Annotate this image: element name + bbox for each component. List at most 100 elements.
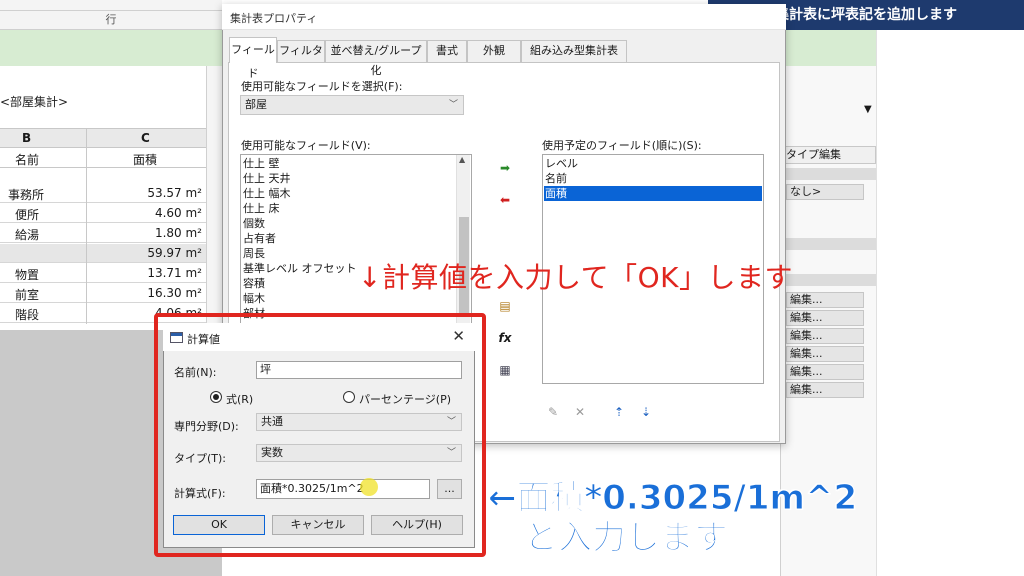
available-fields-list[interactable]: 仕上 壁 仕上 天井 仕上 幅木 仕上 床 個数 占有者 周長 基準レベル オフ… xyxy=(240,154,472,326)
instruction-blue-line2: と入力します xyxy=(524,518,729,559)
edit-button[interactable]: 編集... xyxy=(786,310,864,326)
cell-name: 便所 xyxy=(15,208,40,222)
schedule-scrollbar[interactable] xyxy=(206,66,222,330)
list-item[interactable]: レベル xyxy=(545,156,578,171)
close-icon[interactable]: ✕ xyxy=(452,327,465,345)
header-name: 名前 xyxy=(15,153,40,167)
new-parameter-icon[interactable]: ▤ xyxy=(495,296,515,316)
cell-name: 事務所 xyxy=(8,188,45,202)
cell-area: 16.30 m² xyxy=(147,286,202,300)
tab-embedded-schedule[interactable]: 組み込み型集計表 xyxy=(521,40,627,62)
list-item-selected[interactable]: 面積 xyxy=(544,186,762,201)
cell-area: 59.97 m² xyxy=(147,246,202,260)
edit-button[interactable]: 編集... xyxy=(786,292,864,308)
tab-formatting[interactable]: 書式 xyxy=(427,40,467,62)
column-b: B xyxy=(22,131,32,145)
percentage-radio[interactable] xyxy=(343,391,355,403)
available-fields-label: 使用可能なフィールド(V): xyxy=(241,139,371,152)
calc-dialog-titlebar[interactable]: 計算値 ✕ xyxy=(163,323,475,351)
instruction-red: ↓計算値を入力して「OK」します xyxy=(358,261,794,294)
name-field[interactable]: 坪 xyxy=(256,361,462,379)
formula-label: 計算式(F): xyxy=(174,487,226,500)
table-row[interactable]: 前室 16.30 m² xyxy=(0,284,206,303)
table-row[interactable]: 物置 13.71 m² xyxy=(0,264,206,283)
list-item[interactable]: 占有者 xyxy=(243,231,276,246)
edit-button[interactable]: 編集... xyxy=(786,382,864,398)
available-fields-scrollbar[interactable]: ▲ xyxy=(456,155,470,325)
formula-browse-button[interactable]: ... xyxy=(437,479,462,499)
schedule-column-header: B C xyxy=(0,128,206,148)
schedule-subheader: 名前 面積 xyxy=(0,148,206,168)
discipline-label: 専門分野(D): xyxy=(174,420,239,433)
list-item[interactable]: 名前 xyxy=(545,171,567,186)
tab-filter[interactable]: フィルタ xyxy=(277,40,325,62)
edit-button[interactable]: 編集... xyxy=(786,328,864,344)
select-fields-label: 使用可能なフィールドを選択(F): xyxy=(241,80,403,93)
cell-area: 53.57 m² xyxy=(147,186,202,200)
edit-button[interactable]: 編集... xyxy=(786,346,864,362)
ok-button[interactable]: OK xyxy=(173,515,265,535)
list-item[interactable]: 基準レベル オフセット xyxy=(243,261,357,276)
cell-area: 1.80 m² xyxy=(154,226,202,240)
table-row[interactable]: 給湯 1.80 m² xyxy=(0,224,206,243)
header-area: 面積 xyxy=(133,153,158,167)
schedule-title: <部屋集計> xyxy=(0,95,69,109)
help-button[interactable]: ヘルプ(H) xyxy=(371,515,463,535)
edit-button[interactable]: 編集... xyxy=(786,364,864,380)
type-label: タイプ(T): xyxy=(174,452,227,465)
panel-band xyxy=(782,168,876,180)
calc-dialog-title: 計算値 xyxy=(187,333,220,346)
cell-name: 物置 xyxy=(15,268,40,282)
select-fields-dropdown[interactable]: 部屋 ﹀ xyxy=(240,95,464,115)
chevron-down-icon: ﹀ xyxy=(448,100,458,110)
select-fields-value: 部屋 xyxy=(245,98,267,111)
list-item[interactable]: 仕上 幅木 xyxy=(243,186,291,201)
type-dropdown[interactable]: 実数 ﹀ xyxy=(256,444,462,462)
move-down-icon[interactable]: ⇣ xyxy=(636,402,656,422)
table-row[interactable]: 事務所 53.57 m² xyxy=(0,184,206,203)
cell-area: 4.60 m² xyxy=(154,206,202,220)
tab-sort-group[interactable]: 並べ替え/グループ化 xyxy=(325,40,427,77)
list-item[interactable]: 個数 xyxy=(243,216,265,231)
list-item[interactable]: 仕上 壁 xyxy=(243,156,280,171)
dialog-title: 集計表プロパティ xyxy=(230,12,318,25)
cell-name: 給湯 xyxy=(15,228,40,242)
type-value: 実数 xyxy=(261,446,283,459)
type-edit-button[interactable]: タイプ編集 xyxy=(782,146,876,164)
none-field[interactable]: なし> xyxy=(786,184,864,200)
list-item[interactable]: 仕上 天井 xyxy=(243,171,291,186)
panel-band xyxy=(782,274,876,286)
table-row-total[interactable]: 59.97 m² xyxy=(0,244,206,263)
chevron-down-icon: ﹀ xyxy=(446,448,456,458)
move-up-icon[interactable]: ⇡ xyxy=(609,402,629,422)
table-row[interactable]: 便所 4.60 m² xyxy=(0,204,206,223)
cell-name: 階段 xyxy=(15,308,40,322)
formula-field[interactable]: 面積*0.3025/1m^2 xyxy=(256,479,430,499)
tab-fields[interactable]: フィールド xyxy=(229,37,277,80)
green-band-right xyxy=(780,30,876,66)
panel-band xyxy=(782,238,876,250)
list-item[interactable]: 周長 xyxy=(243,246,265,261)
discipline-dropdown[interactable]: 共通 ﹀ xyxy=(256,413,462,431)
list-item[interactable]: 容積 xyxy=(243,276,265,291)
cancel-button[interactable]: キャンセル xyxy=(272,515,364,535)
right-blank-area xyxy=(876,30,1024,576)
edit-icon[interactable]: ✎ xyxy=(543,402,563,422)
formula-radio[interactable] xyxy=(210,391,222,403)
green-band xyxy=(0,30,222,66)
remove-field-icon[interactable]: ⬅ xyxy=(495,190,515,210)
list-item[interactable]: 幅木 xyxy=(243,291,265,306)
calculated-value-icon[interactable]: fx xyxy=(495,328,515,348)
mouse-cursor-highlight xyxy=(360,478,378,496)
combine-parameters-icon[interactable]: ▦ xyxy=(495,360,515,380)
cell-area: 13.71 m² xyxy=(147,266,202,280)
row-header: 行 xyxy=(0,10,222,28)
top-table-strip: 行 xyxy=(0,0,222,30)
scroll-up-icon[interactable]: ▲ xyxy=(459,155,465,164)
add-field-icon[interactable]: ➡ xyxy=(495,158,515,178)
dialog-titlebar[interactable]: 集計表プロパティ xyxy=(222,4,786,30)
delete-icon[interactable]: ✕ xyxy=(570,402,590,422)
dropdown-arrow-icon[interactable]: ▼ xyxy=(864,104,872,115)
list-item[interactable]: 仕上 床 xyxy=(243,201,280,216)
tab-appearance[interactable]: 外観 xyxy=(467,40,521,62)
